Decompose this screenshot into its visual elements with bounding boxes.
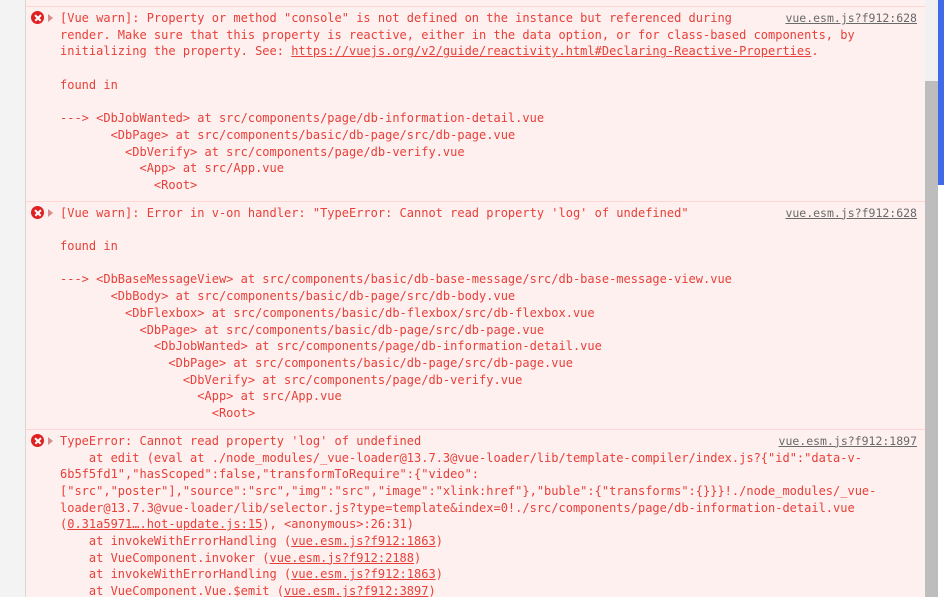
stack-frame-location[interactable]: vue.esm.js?f912:3897: [284, 584, 429, 597]
message-source-link[interactable]: vue.esm.js?f912:628: [785, 205, 917, 222]
message-source-link[interactable]: vue.esm.js?f912:628: [785, 10, 917, 27]
error-stack-trace: at invokeWithErrorHandling (vue.esm.js?f…: [26, 533, 925, 597]
stack-frame-fn: at invokeWithErrorHandling (: [60, 534, 292, 549]
vertical-scrollbar-thumb[interactable]: [925, 81, 938, 597]
disclosure-triangle-icon[interactable]: [48, 208, 53, 217]
trace-line: <App> at src/App.vue: [60, 161, 284, 176]
message-body: render. Make sure that this property is …: [26, 27, 925, 60]
stack-frame-close: ): [435, 567, 443, 582]
console-message-typeerror-log-undefined[interactable]: TypeError: Cannot read property 'log' of…: [26, 429, 925, 597]
error-circle-icon: [31, 205, 44, 219]
disclosure-triangle-icon[interactable]: [48, 436, 53, 445]
trace-line: <DbBody> at src/components/basic/db-page…: [60, 289, 516, 304]
stack-frame-location[interactable]: vue.esm.js?f912:2188: [270, 551, 415, 565]
trace-line: <DbPage> at src/components/basic/db-page…: [60, 356, 573, 370]
stack-frame-location[interactable]: vue.esm.js?f912:1863: [291, 534, 436, 548]
trace-line: ---> <DbBaseMessageView> at src/componen…: [60, 272, 732, 287]
component-trace: ---> <DbJobWanted> at src/components/pag…: [26, 110, 925, 194]
found-in-label: found in: [26, 238, 925, 255]
console-message-partial-top[interactable]: [26, 0, 925, 7]
found-in-text: found in: [60, 239, 118, 254]
trace-line: <DbFlexbox> at src/components/basic/db-f…: [60, 305, 595, 320]
trace-line: <Root>: [60, 178, 198, 192]
stack-frame-close: ): [414, 550, 422, 565]
devtools-console-panel: [Vue warn]: Property or method "console"…: [0, 0, 944, 597]
message-body-post: .: [811, 44, 819, 59]
message-headline-row[interactable]: [Vue warn]: Property or method "console"…: [26, 10, 925, 27]
message-headline-row[interactable]: TypeError: Cannot read property 'log' of…: [26, 433, 925, 450]
stack-frame-fn: at VueComponent.Vue.$emit (: [60, 584, 284, 597]
component-trace: ---> <DbBaseMessageView> at src/componen…: [26, 271, 925, 421]
hot-update-link[interactable]: 0.31a5971….hot-update.js:15: [67, 517, 262, 531]
trace-line: <DbVerify> at src/components/page/db-ver…: [60, 144, 465, 159]
trace-line: <DbPage> at src/components/basic/db-page…: [60, 322, 545, 337]
error-circle-icon: [31, 433, 44, 447]
console-left-gutter: [0, 0, 26, 597]
message-source-link[interactable]: vue.esm.js?f912:1897: [779, 433, 917, 450]
trace-line: <App> at src/App.vue: [60, 389, 342, 404]
found-in-text: found in: [60, 77, 118, 92]
trace-line: <Root>: [60, 406, 256, 421]
trace-line: <DbPage> at src/components/basic/db-page…: [60, 127, 516, 142]
message-bottom-pad: [26, 422, 925, 426]
stack-frame-fn: at invokeWithErrorHandling (: [60, 567, 292, 582]
console-message-vue-warn-console-undefined[interactable]: [Vue warn]: Property or method "console"…: [26, 7, 925, 202]
trace-line: <DbVerify> at src/components/page/db-ver…: [60, 372, 523, 387]
trace-line: <DbJobWanted> at src/components/page/db-…: [60, 339, 602, 354]
eval-frame-post: ), <anonymous>:26:31): [262, 517, 415, 532]
stack-frame-close: ): [435, 534, 443, 549]
stack-frame-close: ): [428, 584, 436, 597]
stack-frame-location[interactable]: vue.esm.js?f912:1863: [291, 567, 436, 581]
window-edge-accent: [938, 0, 944, 185]
stack-frame-fn: at VueComponent.invoker (: [60, 550, 270, 565]
error-circle-icon: [31, 11, 44, 24]
vuejs-docs-link[interactable]: https://vuejs.org/v2/guide/reactivity.ht…: [291, 44, 811, 58]
eval-stack-frame: at edit (eval at ./node_modules/_vue-loa…: [26, 450, 925, 534]
console-message-list[interactable]: [Vue warn]: Property or method "console"…: [26, 0, 925, 597]
trace-line: ---> <DbJobWanted> at src/components/pag…: [60, 111, 545, 126]
console-message-vue-warn-von-handler[interactable]: [Vue warn]: Error in v-on handler: "Type…: [26, 201, 925, 430]
message-headline-row[interactable]: [Vue warn]: Error in v-on handler: "Type…: [26, 205, 925, 222]
message-bottom-pad: [26, 194, 925, 198]
found-in-label: found in: [26, 77, 925, 94]
disclosure-triangle-icon[interactable]: [48, 14, 53, 22]
